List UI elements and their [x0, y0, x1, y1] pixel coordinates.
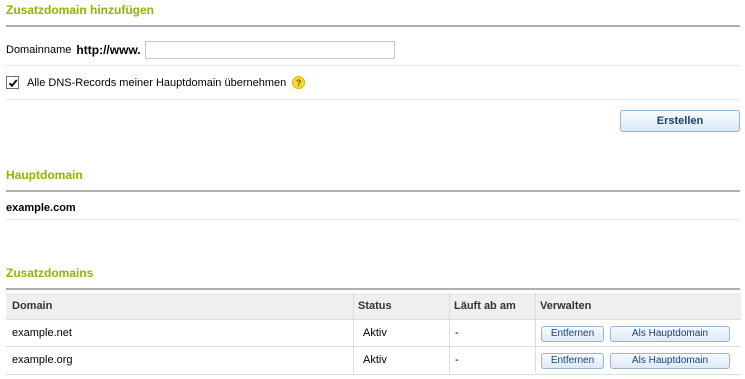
- column-header-domain: Domain: [12, 300, 53, 312]
- remove-button[interactable]: Entfernen: [541, 353, 604, 369]
- remove-button[interactable]: Entfernen: [541, 326, 604, 342]
- table-header: Domain Status Läuft ab am Verwalten: [6, 293, 741, 319]
- make-main-domain-button[interactable]: Als Hauptdomain: [610, 353, 730, 369]
- row-status: Aktiv: [363, 327, 387, 339]
- dns-records-checkbox[interactable]: [6, 76, 19, 89]
- dns-records-label: Alle DNS-Records meiner Hauptdomain über…: [27, 76, 287, 89]
- column-header-expires: Läuft ab am: [454, 300, 516, 312]
- column-header-manage: Verwalten: [540, 300, 592, 312]
- domain-prefix: http://www.: [76, 43, 141, 57]
- main-domain-value: example.com: [6, 202, 76, 214]
- create-button[interactable]: Erstellen: [620, 110, 740, 132]
- divider: [6, 65, 740, 66]
- divider: [6, 219, 740, 220]
- row-expires: -: [455, 327, 459, 339]
- row-domain: example.net: [12, 327, 72, 339]
- help-icon[interactable]: ?: [292, 76, 306, 89]
- addon-domains-rule: [6, 288, 740, 290]
- table-row: example.org Aktiv - Entfernen Als Hauptd…: [6, 346, 741, 375]
- domain-name-input[interactable]: [144, 41, 395, 59]
- column-header-status: Status: [358, 300, 392, 312]
- main-domain-title: Hauptdomain: [6, 168, 83, 182]
- dns-records-row: Alle DNS-Records meiner Hauptdomain über…: [6, 76, 306, 89]
- row-domain: example.org: [12, 354, 73, 366]
- make-main-domain-button[interactable]: Als Hauptdomain: [610, 326, 730, 342]
- domain-name-row: Domainname http://www.: [6, 41, 395, 59]
- divider: [6, 99, 740, 100]
- row-expires: -: [455, 354, 459, 366]
- row-status: Aktiv: [363, 354, 387, 366]
- add-domain-rule: [6, 25, 740, 27]
- main-domain-rule: [6, 190, 740, 192]
- add-domain-title: Zusatzdomain hinzufügen: [6, 3, 154, 17]
- addon-domains-title: Zusatzdomains: [6, 266, 94, 280]
- domain-name-label: Domainname: [6, 44, 72, 56]
- table-row: example.net Aktiv - Entfernen Als Hauptd…: [6, 319, 741, 347]
- checkmark-icon: [8, 78, 17, 87]
